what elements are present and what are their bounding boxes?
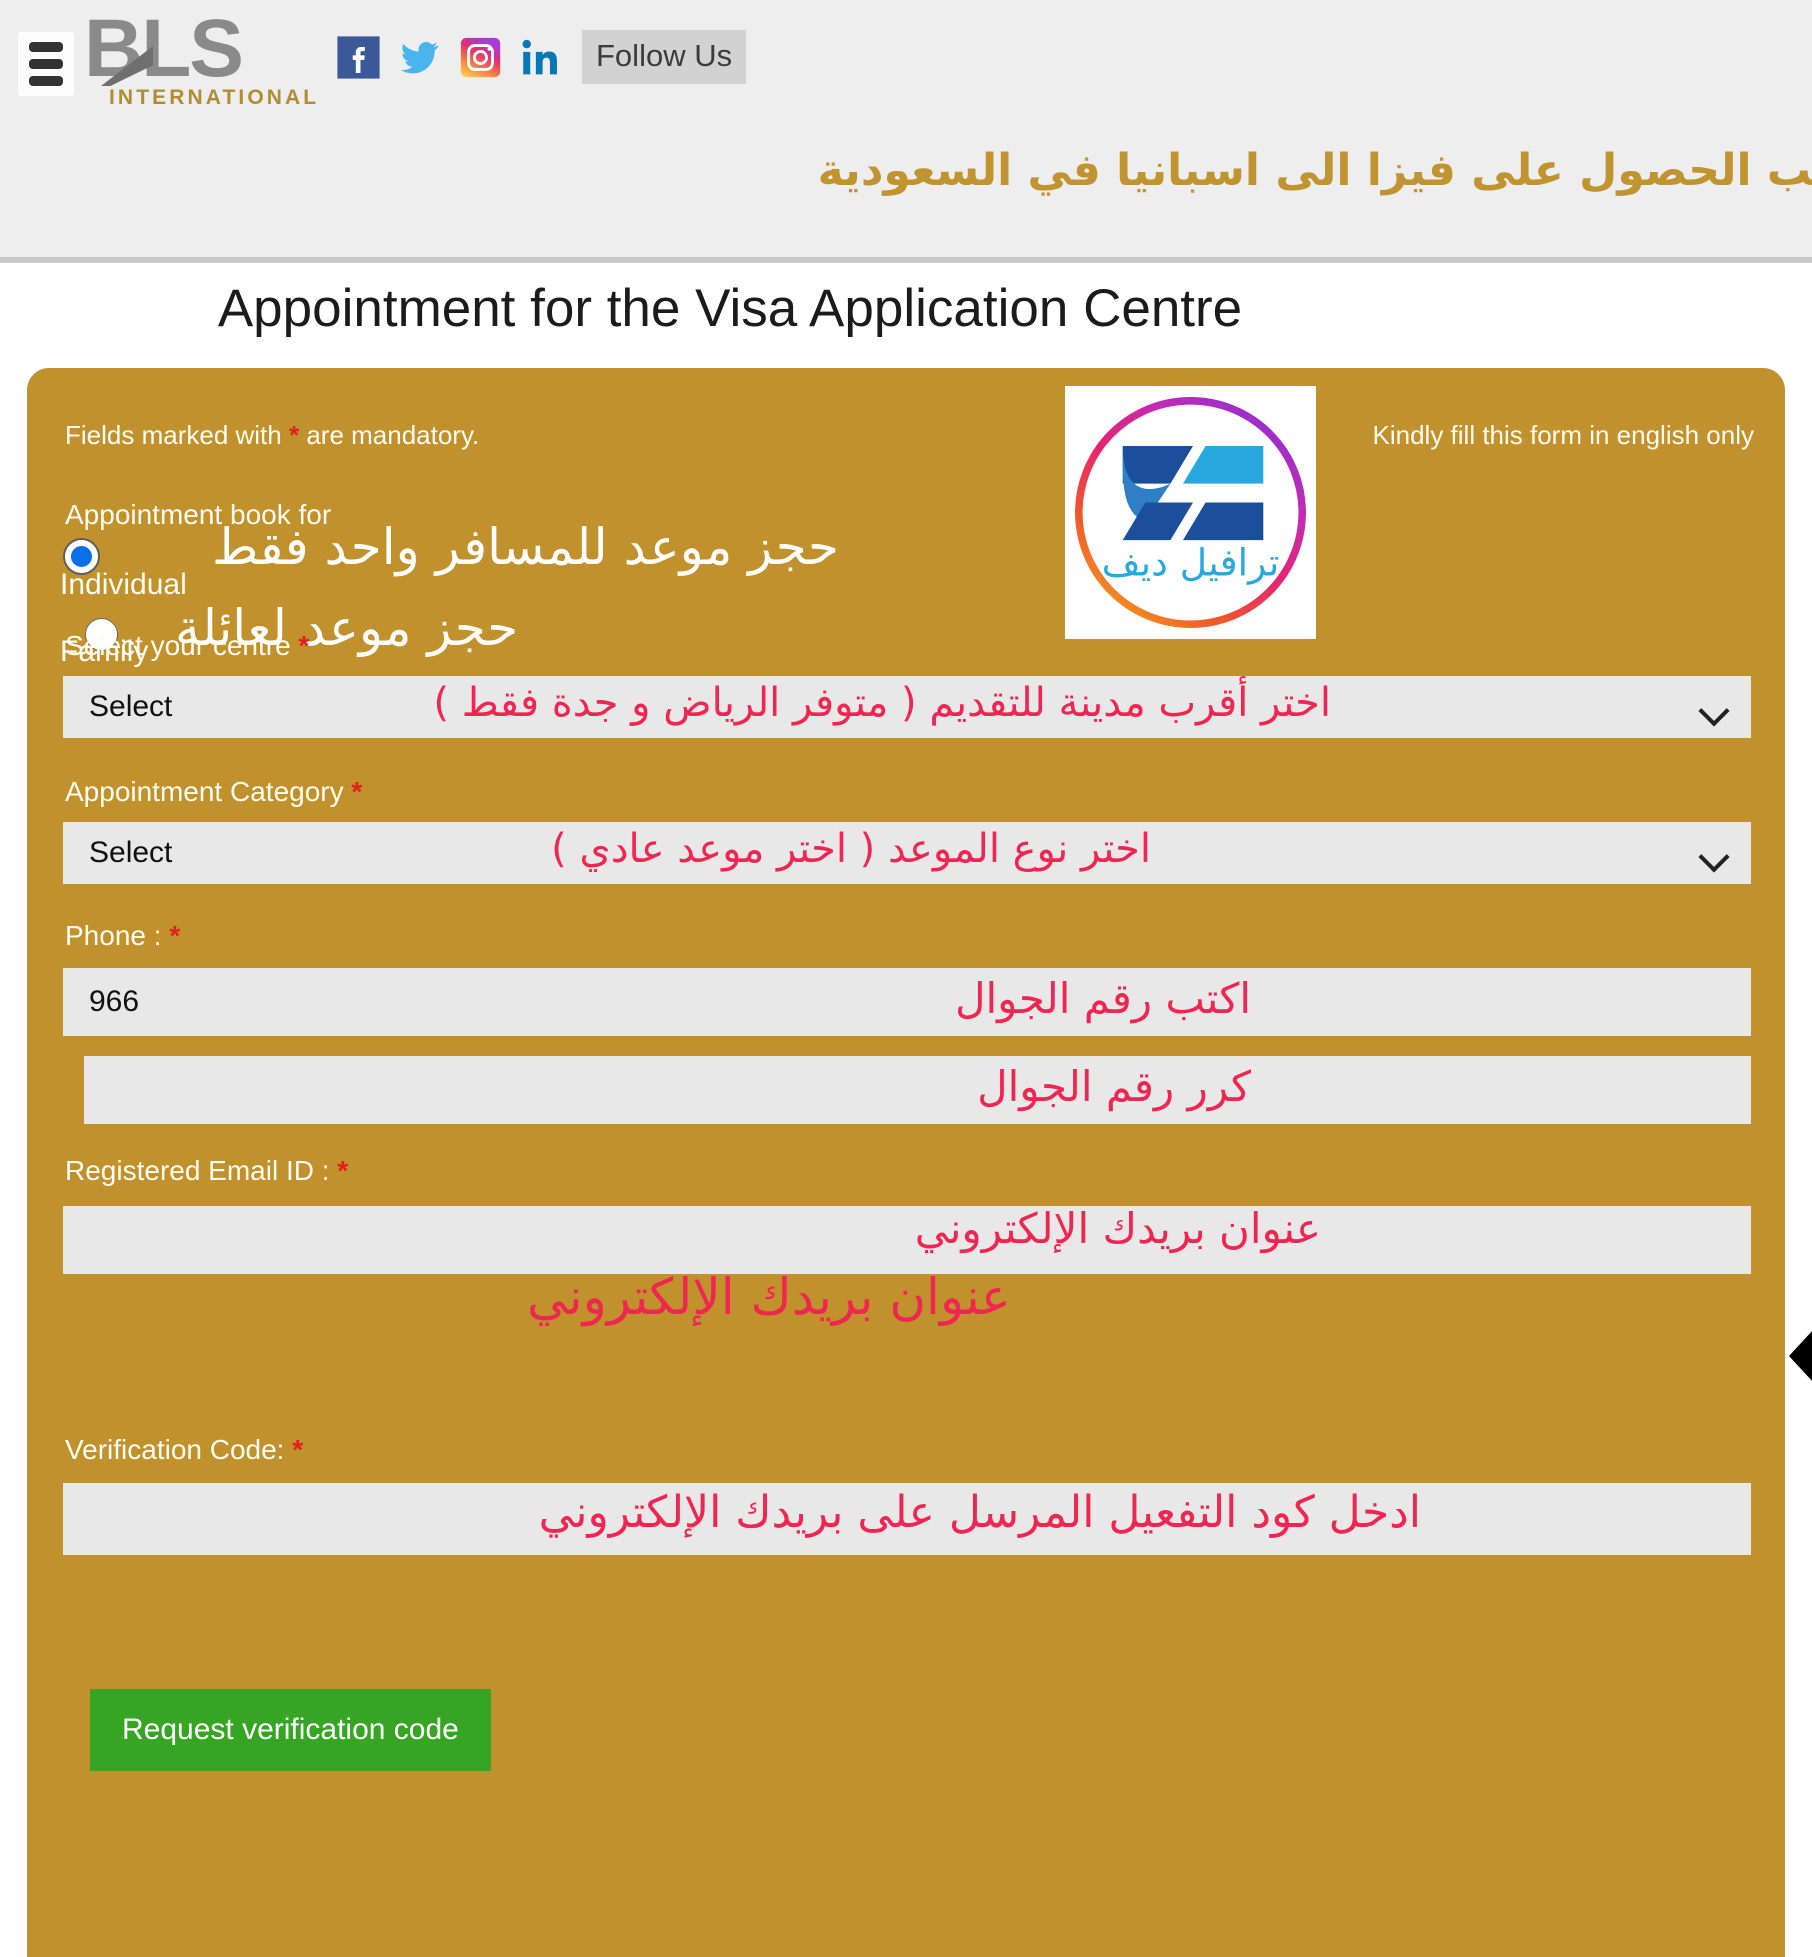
hamburger-bar [29,42,63,52]
category-arabic-hint: اختر نوع الموعد ( اختر موعد عادي ) [551,826,1151,872]
centre-label-text: Select your centre [65,630,291,661]
social-links: Follow Us [336,30,747,84]
centre-select[interactable]: Select اختر أقرب مدينة للتقديم ( متوفر ا… [63,676,1751,738]
phone-label-text: Phone : [65,920,162,951]
arabic-banner-text: لب الحصول على فيزا الى اسبانيا في السعود… [817,145,1812,196]
email-input[interactable]: عنوان بريدك الإلكتروني [63,1204,1751,1274]
verification-code-label-text: Verification Code: [65,1434,285,1465]
phone-required-star: * [169,920,181,951]
phone-input-value: 966 [89,985,140,1018]
appointment-form-card: Fields marked with * are mandatory. Kind… [27,368,1785,1957]
category-required-star: * [351,776,363,807]
instagram-icon[interactable] [458,35,503,80]
email-arabic-hint: عنوان بريدك الإلكتروني [914,1204,1321,1253]
phone-confirm-arabic-hint: كرر رقم الجوال [977,1062,1251,1111]
mandatory-note-prefix: Fields marked with [65,420,282,450]
verification-code-arabic-hint: ادخل كود التفعيل المرسل على بريدك الإلكت… [538,1487,1421,1538]
verification-code-input[interactable]: ادخل كود التفعيل المرسل على بريدك الإلكت… [63,1483,1751,1555]
facebook-icon[interactable] [336,35,381,80]
travel-deef-logo: ترافيل ديف [1065,386,1316,639]
mandatory-note-suffix: are mandatory. [306,420,480,450]
individual-arabic-note: حجز موعد للمسافر واحد فقط [212,518,839,576]
centre-label: Select your centre * [65,630,309,662]
phone-input[interactable]: 966 اكتب رقم الجوال [63,968,1751,1036]
phone-arabic-hint: اكتب رقم الجوال [954,974,1251,1023]
category-label-text: Appointment Category [65,776,344,807]
linkedin-icon[interactable] [519,35,564,80]
email-label: Registered Email ID : * [65,1155,348,1187]
twitter-icon[interactable] [397,35,442,80]
centre-required-star: * [298,630,310,661]
travel-deef-logo-svg: ترافيل ديف [1075,397,1306,628]
category-label: Appointment Category * [65,776,362,808]
page-title: Appointment for the Visa Application Cen… [217,279,1243,338]
verification-code-label: Verification Code: * [65,1434,303,1466]
hamburger-bar [29,59,63,69]
email-label-text: Registered Email ID : [65,1155,330,1186]
page-root: BLS INTERNATIONAL Follow Us لب الحصول عل… [0,0,1812,1957]
centre-select-value: Select [89,690,173,723]
english-only-note: Kindly fill this form in english only [1372,420,1755,450]
mandatory-fields-note: Fields marked with * are mandatory. [65,420,479,451]
email-arabic-hint-overlay: عنوان بريدك الإلكتروني [527,1268,1011,1326]
centre-arabic-hint: اختر أقرب مدينة للتقديم ( متوفر الرياض و… [433,680,1331,726]
category-select[interactable]: Select اختر نوع الموعد ( اختر موعد عادي … [63,822,1751,884]
mandatory-star: * [288,420,300,450]
phone-label: Phone : * [65,920,180,952]
phone-confirm-input[interactable]: كرر رقم الجوال [84,1056,1751,1124]
scroll-left-arrow-icon[interactable] [1789,1330,1812,1382]
request-verification-code-button[interactable]: Request verification code [90,1689,491,1771]
category-chevron-down-icon[interactable] [1701,846,1727,860]
site-header: BLS INTERNATIONAL Follow Us لب الحصول عل… [0,0,1812,263]
email-required-star: * [337,1155,349,1186]
bls-logo[interactable]: BLS INTERNATIONAL [84,8,316,118]
centre-chevron-down-icon[interactable] [1701,700,1727,714]
verification-code-required-star: * [292,1434,304,1465]
hamburger-menu-icon[interactable] [18,32,74,96]
hamburger-bar [29,76,63,86]
category-select-value: Select [89,836,173,869]
travel-deef-logo-text: ترافيل ديف [1102,540,1280,585]
follow-us-button[interactable]: Follow Us [582,30,747,84]
radio-individual-label: Individual [60,568,187,601]
